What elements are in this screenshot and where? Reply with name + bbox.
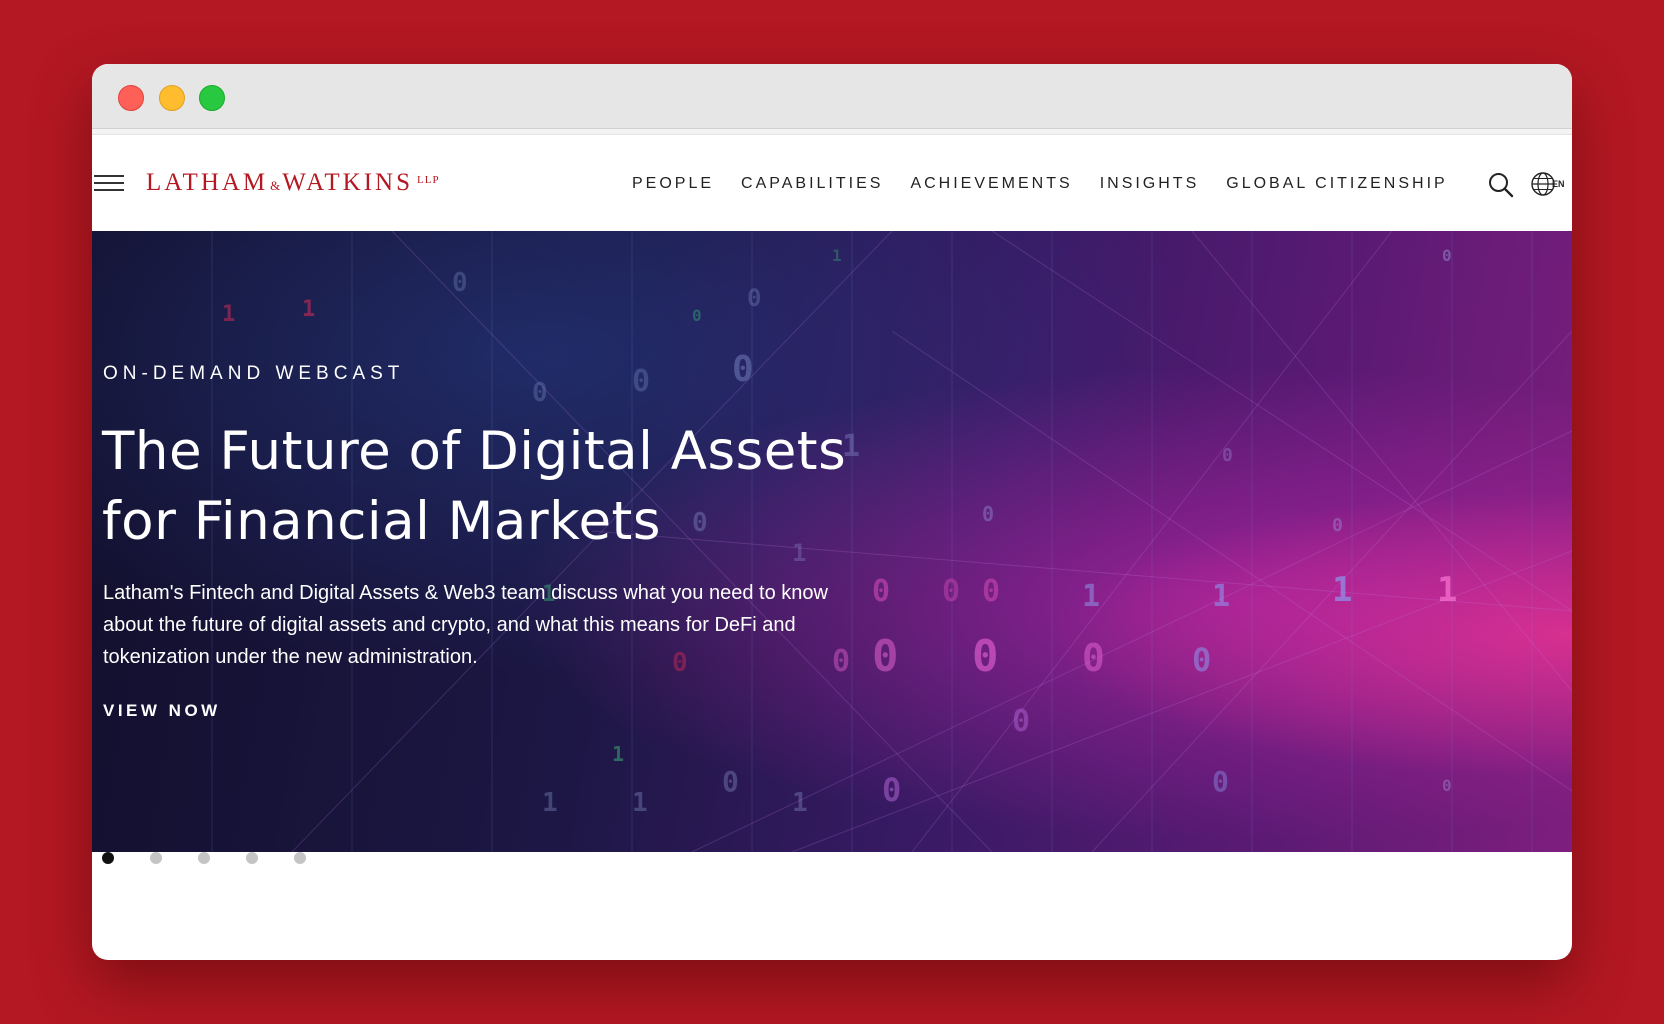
svg-text:1: 1	[832, 246, 842, 265]
nav-item-people[interactable]: PEOPLE	[632, 175, 714, 193]
hero-banner[interactable]: 1 1 0 0 0 1 0 0 0 0 0 0 0 0 0 1 1 1 1 0	[92, 231, 1572, 852]
main-nav: PEOPLE CAPABILITIES ACHIEVEMENTS INSIGHT…	[632, 175, 1475, 193]
hero-headline: The Future of Digital Assets for Financi…	[102, 421, 847, 552]
svg-text:0: 0	[1332, 515, 1343, 536]
svg-text:0: 0	[732, 349, 754, 390]
nav-item-capabilities[interactable]: CAPABILITIES	[741, 175, 883, 193]
svg-text:1: 1	[542, 788, 558, 818]
close-window-button[interactable]	[118, 85, 144, 111]
svg-text:0: 0	[1212, 765, 1229, 798]
carousel-pagination	[102, 852, 342, 864]
logo-suffix: LLP	[417, 174, 440, 186]
svg-text:0: 0	[1442, 246, 1452, 265]
hero-eyebrow: ON-DEMAND WEBCAST	[103, 363, 405, 384]
svg-text:1: 1	[1437, 570, 1457, 610]
logo-left-text: LATHAM	[146, 169, 269, 196]
carousel-dot-5[interactable]	[294, 852, 306, 864]
svg-text:1: 1	[222, 302, 235, 327]
svg-text:0: 0	[982, 502, 994, 526]
window-titlebar	[92, 64, 1572, 129]
svg-text:1: 1	[1082, 579, 1100, 614]
svg-text:0: 0	[942, 574, 960, 609]
svg-text:0: 0	[1192, 641, 1211, 679]
svg-text:0: 0	[692, 306, 702, 325]
minimize-window-button[interactable]	[159, 85, 185, 111]
hero-description: Latham's Fintech and Digital Assets & We…	[103, 582, 828, 668]
svg-text:0: 0	[532, 378, 548, 408]
svg-text:0: 0	[452, 268, 468, 298]
nav-item-global-citizenship[interactable]: GLOBAL CITIZENSHIP	[1226, 175, 1447, 193]
svg-text:0: 0	[982, 574, 1000, 609]
svg-text:0: 0	[722, 765, 739, 798]
nav-item-insights[interactable]: INSIGHTS	[1100, 175, 1200, 193]
search-icon[interactable]	[1487, 171, 1515, 199]
logo-right-text: WATKINS	[282, 169, 414, 196]
carousel-dot-2[interactable]	[150, 852, 162, 864]
svg-text:1: 1	[612, 742, 624, 766]
carousel-dot-3[interactable]	[198, 852, 210, 864]
svg-text:0: 0	[882, 771, 901, 809]
svg-text:1: 1	[632, 788, 648, 818]
site-header: LATHAM &WATKINS LLP PEOPLE CAPABILITIES AC…	[92, 135, 1572, 231]
browser-window: LATHAM &WATKINS LLP PEOPLE CAPABILITIES AC…	[92, 64, 1572, 960]
svg-text:0: 0	[1082, 636, 1105, 680]
svg-text:0: 0	[1442, 776, 1452, 795]
carousel-dot-4[interactable]	[246, 852, 258, 864]
svg-text:0: 0	[972, 631, 999, 682]
language-selector[interactable]: EN	[1530, 171, 1570, 199]
hamburger-icon[interactable]	[94, 175, 124, 193]
svg-text:1: 1	[302, 297, 315, 322]
svg-text:0: 0	[747, 284, 761, 312]
svg-text:1: 1	[1212, 579, 1230, 614]
svg-text:0: 0	[1012, 704, 1030, 739]
nav-item-achievements[interactable]: ACHIEVEMENTS	[910, 175, 1072, 193]
view-now-link[interactable]: VIEW NOW	[103, 701, 221, 721]
maximize-window-button[interactable]	[199, 85, 225, 111]
svg-text:1: 1	[792, 788, 808, 818]
svg-text:1: 1	[1332, 570, 1352, 610]
logo-ampersand: &	[270, 178, 281, 193]
svg-text:0: 0	[632, 364, 650, 399]
carousel-dot-1[interactable]	[102, 852, 114, 864]
svg-text:0: 0	[1222, 445, 1233, 466]
logo[interactable]: LATHAM &WATKINS LLP	[146, 169, 440, 197]
language-code: EN	[1552, 179, 1565, 189]
